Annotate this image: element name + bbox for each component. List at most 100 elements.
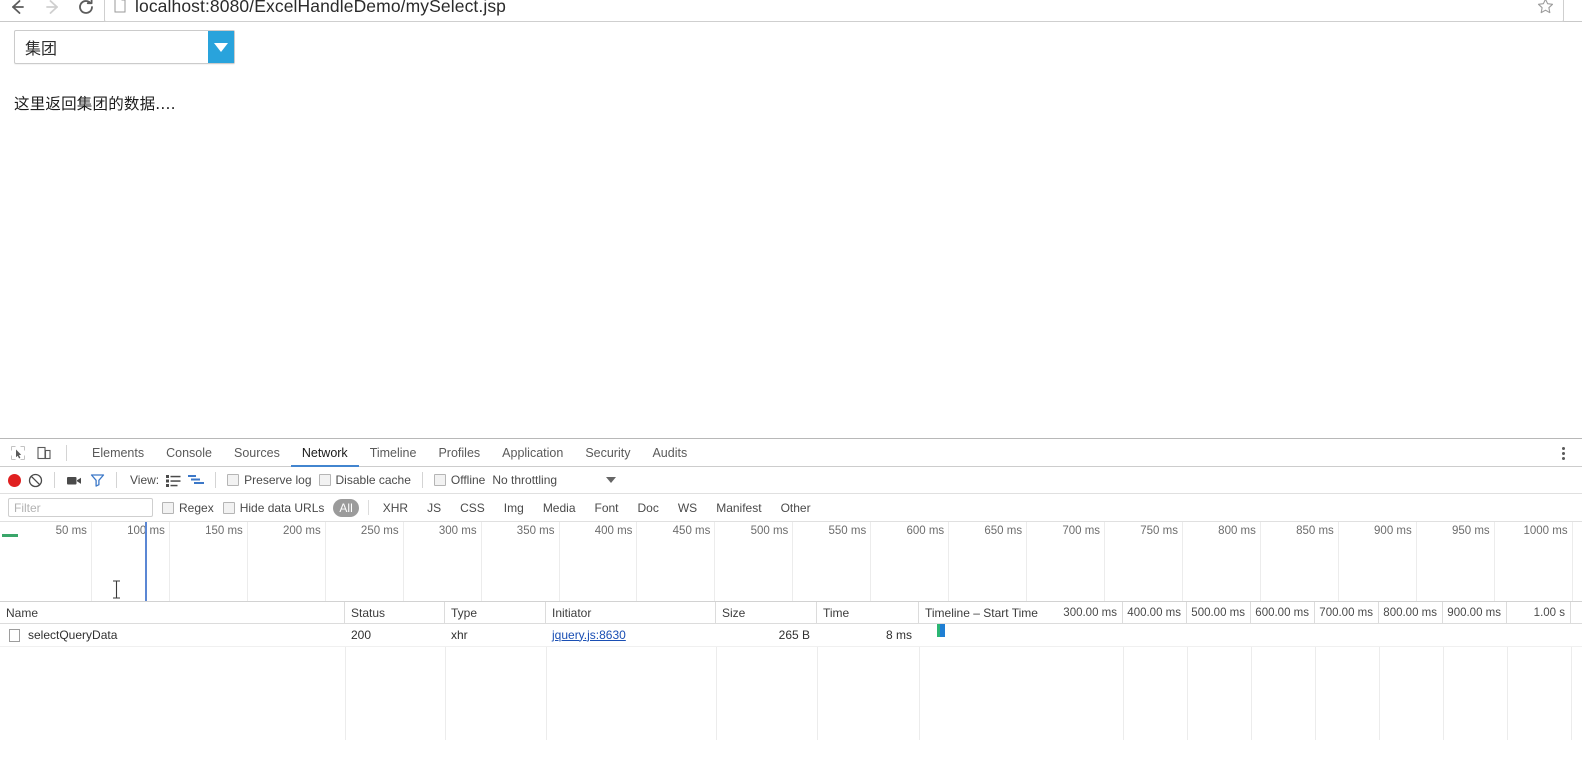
filter-type-css[interactable]: CSS <box>455 500 490 516</box>
overview-request-mark <box>2 534 18 537</box>
chevron-down-icon[interactable] <box>606 477 617 483</box>
filter-type-img[interactable]: Img <box>499 500 529 516</box>
table-grid-line <box>1379 647 1380 740</box>
tab-console[interactable]: Console <box>155 439 223 467</box>
column-header-status[interactable]: Status <box>345 601 445 624</box>
forward-arrow-icon[interactable] <box>42 0 62 17</box>
table-grid-line <box>716 647 717 740</box>
page-viewport: 集团 这里返回集团的数据.... <box>0 22 1582 438</box>
result-text: 这里返回集团的数据.... <box>14 95 176 113</box>
initiator-link[interactable]: jquery.js:8630 <box>552 628 626 642</box>
waterfall-view-icon[interactable] <box>188 474 205 487</box>
controls-divider-1 <box>54 472 55 488</box>
filter-type-all[interactable]: All <box>333 498 359 517</box>
devtools-tabs: Elements Console Sources Network Timelin… <box>81 439 698 467</box>
reload-icon[interactable] <box>76 0 96 17</box>
column-header-timeline[interactable]: Timeline – Start Time 300.00 ms 400.00 ms… <box>919 601 1582 624</box>
cell-type: xhr <box>451 627 468 642</box>
overview-ruler: 50 ms 100 ms 150 ms 200 ms 250 ms 300 ms 350 m… <box>0 522 1582 601</box>
offline-checkbox[interactable]: Offline <box>433 473 486 487</box>
offline-box[interactable] <box>433 474 446 486</box>
column-header-size[interactable]: Size <box>716 601 817 624</box>
filter-type-xhr[interactable]: XHR <box>378 500 413 516</box>
network-overview-timeline[interactable]: 50 ms 100 ms 150 ms 200 ms 250 ms 300 ms 350 m… <box>0 522 1582 602</box>
table-grid-line <box>1187 647 1188 740</box>
filter-type-media[interactable]: Media <box>538 500 581 516</box>
table-row[interactable]: selectQueryData 200 xhr jquery.js:8630 2… <box>0 623 1582 647</box>
waterfall-download-segment <box>940 623 945 637</box>
filter-type-font[interactable]: Font <box>590 500 624 516</box>
inspect-element-icon[interactable] <box>10 445 26 461</box>
address-bar[interactable]: localhost:8080/ExcelHandleDemo/mySelect.… <box>104 0 1564 22</box>
column-header-type[interactable]: Type <box>445 601 546 624</box>
filter-type-doc[interactable]: Doc <box>633 500 664 516</box>
column-header-time[interactable]: Time <box>817 601 919 624</box>
org-select-dropdown[interactable]: 集团 <box>14 30 235 64</box>
overview-tick: 1000 ms <box>0 522 1573 601</box>
table-body-grid <box>0 647 1582 740</box>
tab-elements[interactable]: Elements <box>81 439 155 467</box>
preserve-log-label: Preserve log <box>244 473 312 487</box>
cell-name[interactable]: selectQueryData <box>0 624 345 647</box>
filter-input[interactable] <box>8 498 153 517</box>
tab-sources[interactable]: Sources <box>223 439 291 467</box>
bookmark-star-icon[interactable] <box>1536 0 1555 16</box>
preserve-log-box[interactable] <box>227 474 240 486</box>
toolbar-divider <box>66 444 67 461</box>
filter-divider <box>367 500 369 515</box>
record-button-icon[interactable] <box>8 473 21 487</box>
disable-cache-label: Disable cache <box>335 473 411 487</box>
regex-checkbox[interactable]: Regex <box>162 501 214 515</box>
cell-time: 8 ms <box>885 627 912 642</box>
network-requests-table: Name Status Type Initiator Size Time Tim… <box>0 601 1582 740</box>
camera-icon[interactable] <box>66 474 83 487</box>
filter-type-js[interactable]: JS <box>422 500 446 516</box>
clear-icon[interactable] <box>28 473 43 488</box>
table-grid-line <box>1123 647 1124 740</box>
tab-network[interactable]: Network <box>290 439 359 467</box>
devtools-tool-icons <box>0 444 81 461</box>
disable-cache-checkbox[interactable]: Disable cache <box>318 473 411 487</box>
network-filter-row: Regex Hide data URLs All XHR JS CSS Img … <box>0 494 1582 522</box>
request-type-icon <box>9 628 20 642</box>
preserve-log-checkbox[interactable]: Preserve log <box>227 473 312 487</box>
device-toolbar-icon[interactable] <box>36 445 52 461</box>
filter-type-manifest[interactable]: Manifest <box>711 500 766 516</box>
more-options-icon[interactable] <box>1554 444 1572 462</box>
table-grid-line <box>1251 647 1252 740</box>
text-cursor-icon <box>111 580 122 599</box>
view-label: View: <box>130 473 160 487</box>
page-document-icon <box>113 0 135 18</box>
back-arrow-icon[interactable] <box>8 0 28 17</box>
regex-box[interactable] <box>162 501 174 514</box>
regex-label: Regex <box>179 500 214 515</box>
table-grid-line <box>445 647 446 740</box>
column-header-name[interactable]: Name <box>0 601 345 624</box>
table-grid-line <box>345 647 346 740</box>
filter-funnel-icon[interactable] <box>90 473 105 487</box>
network-controls-row: View: Preserve log Disable cache Offline… <box>0 467 1582 494</box>
disable-cache-box[interactable] <box>318 474 331 486</box>
tab-profiles[interactable]: Profiles <box>427 439 491 467</box>
controls-divider-4 <box>421 472 423 488</box>
list-view-icon[interactable] <box>166 474 181 487</box>
tab-application[interactable]: Application <box>491 439 574 467</box>
throttling-select[interactable]: No throttling <box>492 473 557 487</box>
table-grid-line <box>1507 647 1508 740</box>
filter-type-other[interactable]: Other <box>776 500 816 516</box>
tab-security[interactable]: Security <box>574 439 641 467</box>
cell-initiator: jquery.js:8630 <box>546 624 716 647</box>
tab-audits[interactable]: Audits <box>641 439 698 467</box>
offline-label: Offline <box>450 473 486 487</box>
controls-divider-3 <box>215 472 217 488</box>
hide-data-urls-checkbox[interactable]: Hide data URLs <box>222 501 324 515</box>
tab-timeline[interactable]: Timeline <box>359 439 428 467</box>
column-header-initiator[interactable]: Initiator <box>546 601 716 624</box>
hide-data-urls-box[interactable] <box>222 501 235 514</box>
dropdown-triangle-icon[interactable] <box>208 31 234 63</box>
table-header-row: Name Status Type Initiator Size Time Tim… <box>0 601 1582 624</box>
filter-type-ws[interactable]: WS <box>673 500 702 516</box>
cell-waterfall <box>919 623 1582 647</box>
address-bar-url: localhost:8080/ExcelHandleDemo/mySelect.… <box>135 0 507 16</box>
devtools-panel: Elements Console Sources Network Timelin… <box>0 438 1582 761</box>
